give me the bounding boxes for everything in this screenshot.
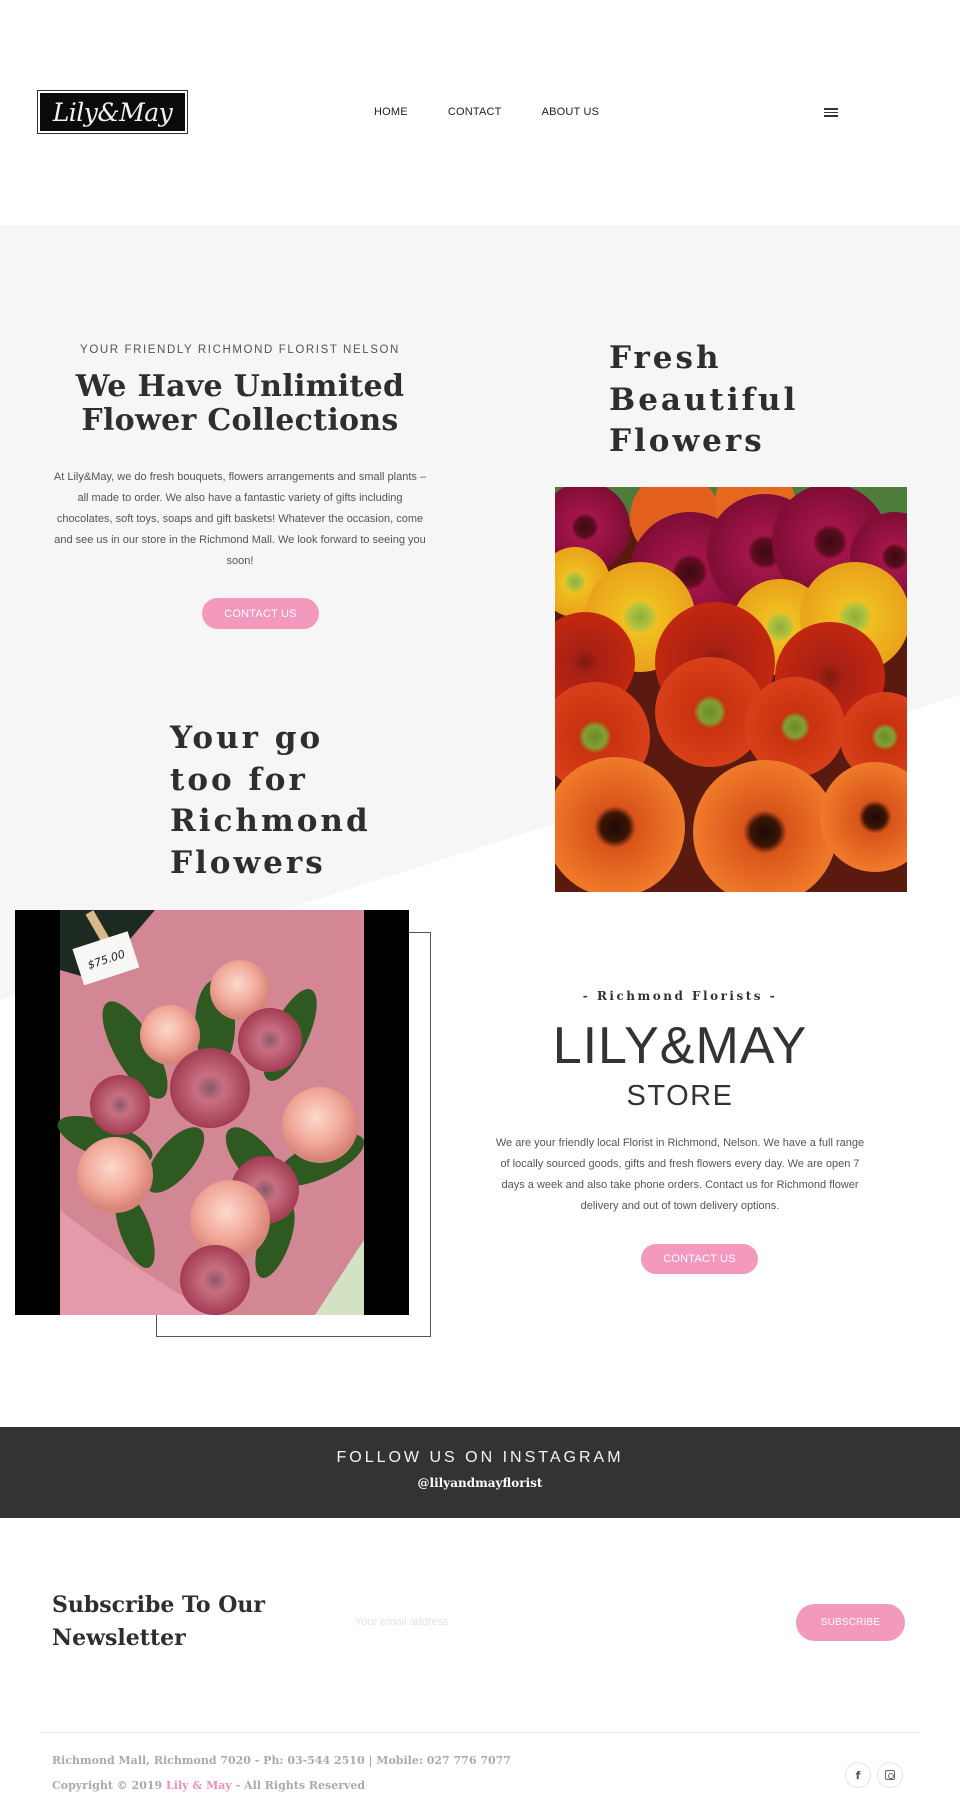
hero-title: We Have Unlimited Flower Collections <box>40 370 440 438</box>
bouquet-illustration: $75.00 <box>15 910 409 1315</box>
title-line: Flowers <box>609 423 765 459</box>
instagram-handle-wrap: @lilyandmayflorist <box>0 1476 960 1490</box>
newsletter-title-line: Subscribe To Our <box>52 1592 265 1618</box>
hero-title-line: Flower Collections <box>81 403 399 438</box>
store-eyebrow: - Richmond Florists - <box>582 989 778 1003</box>
hamburger-bar <box>824 108 838 110</box>
site-header: Lily&May HOME CONTACT ABOUT US <box>0 0 960 225</box>
hamburger-icon[interactable] <box>824 108 838 118</box>
newsletter-title-line: Newsletter <box>52 1625 186 1651</box>
logo-text: Lily&May <box>52 97 173 127</box>
instagram-title: FOLLOW US ON INSTAGRAM <box>336 1449 624 1466</box>
nav-home[interactable]: HOME <box>374 106 408 118</box>
footer-address: Richmond Mall, Richmond 7020 - Ph: 03-54… <box>52 1754 511 1767</box>
title-line: Richmond <box>170 803 371 839</box>
title-line: Fresh <box>609 340 722 376</box>
hero-title-line: We Have Unlimited <box>75 369 405 404</box>
instagram-band: FOLLOW US ON INSTAGRAM @lilyandmayfloris… <box>0 1427 960 1518</box>
footer-divider <box>40 1732 920 1733</box>
copyright-suffix: - All Rights Reserved <box>231 1779 366 1792</box>
subscribe-button[interactable]: SUBSCRIBE <box>796 1604 905 1641</box>
title-line: Flowers <box>170 844 326 881</box>
hero-contact-button[interactable]: CONTACT US <box>202 598 319 629</box>
hero-description: At Lily&May, we do fresh bouquets, flowe… <box>53 471 427 567</box>
newsletter-title: Subscribe To Our Newsletter <box>52 1589 265 1655</box>
gerbera-illustration <box>555 487 907 892</box>
store-subtitle: STORE <box>626 1080 734 1112</box>
gerbera-image <box>555 487 907 892</box>
bouquet-image: $75.00 <box>15 910 409 1315</box>
title-line: too for <box>170 761 308 798</box>
hamburger-bar <box>824 115 838 117</box>
logo[interactable]: Lily&May <box>37 90 188 134</box>
logo-box: Lily&May <box>40 93 185 131</box>
copyright-brand-link[interactable]: Lily & May <box>166 1779 232 1792</box>
instagram-handle-link[interactable]: @lilyandmayflorist <box>418 1476 543 1490</box>
instagram-icon <box>885 1770 895 1780</box>
hamburger-bar <box>824 111 838 114</box>
hero-eyebrow: YOUR FRIENDLY RICHMOND FLORIST NELSON <box>80 344 400 356</box>
nav-contact[interactable]: CONTACT <box>448 106 502 118</box>
facebook-icon: f <box>855 1768 861 1782</box>
email-input[interactable] <box>350 1605 770 1639</box>
store-contact-button[interactable]: CONTACT US <box>641 1244 758 1274</box>
store-description: We are your friendly local Florist in Ri… <box>495 1137 865 1212</box>
facebook-button[interactable]: f <box>845 1762 871 1788</box>
store-name: LILY&MAY <box>552 1017 808 1075</box>
title-line: Your go <box>170 720 324 756</box>
main-nav: HOME CONTACT ABOUT US <box>374 106 639 118</box>
goto-flowers-title: Your go too for Richmond Flowers <box>170 718 371 884</box>
copyright-prefix: Copyright © 2019 <box>52 1779 167 1792</box>
title-line: Beautiful <box>609 381 799 418</box>
fresh-flowers-title: Fresh Beautiful Flowers <box>609 338 798 463</box>
nav-about-us[interactable]: ABOUT US <box>542 106 600 118</box>
instagram-button[interactable] <box>877 1762 903 1788</box>
footer-copyright: Copyright © 2019 Lily & May - All Rights… <box>52 1779 365 1792</box>
